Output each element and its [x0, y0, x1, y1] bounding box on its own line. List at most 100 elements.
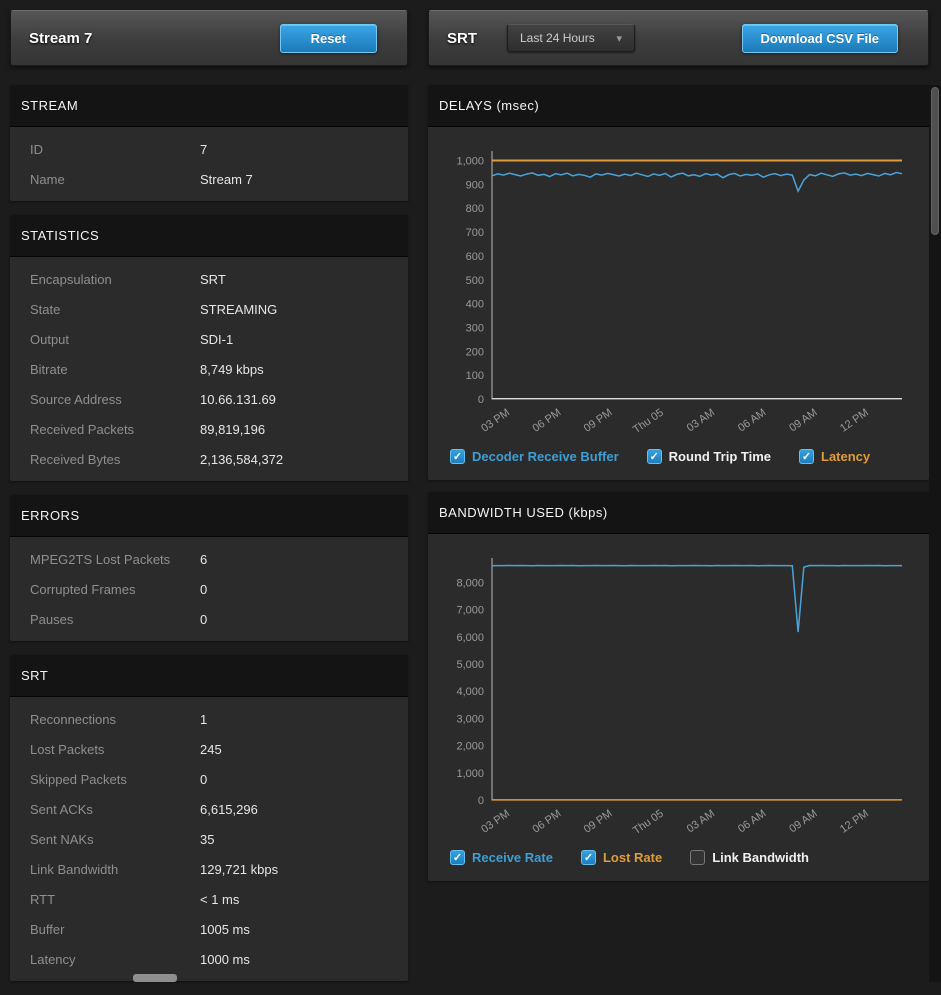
checked-checkbox-icon[interactable]: ✓ [581, 850, 596, 865]
delays-panel: DELAYS (msec) 01002003004005006007008009… [428, 85, 929, 480]
svg-text:500: 500 [466, 275, 484, 287]
stat-value: 245 [200, 742, 222, 757]
stat-row: Latency1000 ms [10, 944, 408, 974]
stat-row: Lost Packets245 [10, 734, 408, 764]
svg-text:03 PM: 03 PM [479, 407, 512, 435]
srt-stats-table: Reconnections1Lost Packets245Skipped Pac… [10, 697, 408, 981]
bandwidth-panel-title: BANDWIDTH USED (kbps) [428, 492, 929, 534]
svg-text:06 AM: 06 AM [736, 407, 768, 435]
stat-label: ID [30, 142, 200, 157]
stat-label: Received Bytes [30, 452, 200, 467]
legend-label: Link Bandwidth [712, 850, 809, 865]
srt-stats-panel: SRT Reconnections1Lost Packets245Skipped… [10, 655, 408, 981]
stat-label: Skipped Packets [30, 772, 200, 787]
svg-text:600: 600 [466, 251, 484, 263]
download-csv-button[interactable]: Download CSV File [742, 24, 898, 53]
stat-label: Output [30, 332, 200, 347]
checked-checkbox-icon[interactable]: ✓ [647, 449, 662, 464]
stat-row: Received Bytes2,136,584,372 [10, 444, 408, 474]
bandwidth-chart: 01,0002,0003,0004,0005,0006,0007,0008,00… [428, 534, 929, 846]
svg-text:06 PM: 06 PM [530, 808, 563, 836]
svg-text:300: 300 [466, 322, 484, 334]
svg-text:06 PM: 06 PM [530, 407, 563, 435]
stat-row: ID7 [10, 134, 408, 164]
legend-item: Link Bandwidth [690, 850, 809, 865]
statistics-panel: STATISTICS EncapsulationSRTStateSTREAMIN… [10, 215, 408, 481]
srt-stats-panel-title: SRT [10, 655, 408, 697]
checked-checkbox-icon[interactable]: ✓ [450, 850, 465, 865]
svg-text:03 AM: 03 AM [685, 808, 717, 836]
stream-table: ID7 NameStream 7 [10, 127, 408, 201]
svg-text:6,000: 6,000 [456, 632, 484, 644]
stat-row: StateSTREAMING [10, 294, 408, 324]
svg-text:06 AM: 06 AM [736, 808, 768, 836]
svg-text:7,000: 7,000 [456, 605, 484, 617]
legend-label: Receive Rate [472, 850, 553, 865]
svg-text:8,000: 8,000 [456, 577, 484, 589]
delays-panel-title: DELAYS (msec) [428, 85, 929, 127]
svg-text:4,000: 4,000 [456, 686, 484, 698]
stat-label: Name [30, 172, 200, 187]
stat-row: Bitrate8,749 kbps [10, 354, 408, 384]
stream-panel: STREAM ID7NameStream 7 [10, 85, 408, 201]
stat-label: Pauses [30, 612, 200, 627]
stat-value: 2,136,584,372 [200, 452, 283, 467]
legend-item: ✓Round Trip Time [647, 449, 771, 464]
stat-label: Lost Packets [30, 742, 200, 757]
stat-value: Stream 7 [200, 172, 253, 187]
unchecked-checkbox-icon[interactable] [690, 850, 705, 865]
stat-row: Received Packets89,819,196 [10, 414, 408, 444]
errors-panel-title: ERRORS [10, 495, 408, 537]
svg-text:Thu 05: Thu 05 [631, 808, 666, 837]
stat-row: Buffer1005 ms [10, 914, 408, 944]
svg-text:1,000: 1,000 [456, 156, 484, 168]
stat-label: Reconnections [30, 712, 200, 727]
srt-title: SRT [447, 30, 477, 47]
stat-value: 129,721 kbps [200, 862, 278, 877]
stat-row: Sent NAKs35 [10, 824, 408, 854]
series-line [492, 566, 902, 633]
svg-text:400: 400 [466, 299, 484, 311]
stat-value: 6,615,296 [200, 802, 258, 817]
delays-chart: 01002003004005006007008009001,00003 PM06… [428, 127, 929, 445]
svg-text:700: 700 [466, 227, 484, 239]
stat-row: Link Bandwidth129,721 kbps [10, 854, 408, 884]
reset-button[interactable]: Reset [280, 24, 377, 53]
stat-label: Sent ACKs [30, 802, 200, 817]
svg-text:0: 0 [478, 795, 484, 807]
delays-legend: ✓Decoder Receive Buffer✓Round Trip Time✓… [428, 445, 929, 480]
stat-label: RTT [30, 892, 200, 907]
stat-label: Latency [30, 952, 200, 967]
svg-text:0: 0 [478, 394, 484, 406]
checked-checkbox-icon[interactable]: ✓ [799, 449, 814, 464]
stat-label: Buffer [30, 922, 200, 937]
svg-text:900: 900 [466, 179, 484, 191]
svg-text:2,000: 2,000 [456, 741, 484, 753]
legend-label: Lost Rate [603, 850, 662, 865]
stat-label: State [30, 302, 200, 317]
bandwidth-panel: BANDWIDTH USED (kbps) 01,0002,0003,0004,… [428, 492, 929, 881]
chart-svg: 01,0002,0003,0004,0005,0006,0007,0008,00… [436, 546, 916, 846]
stat-row: EncapsulationSRT [10, 264, 408, 294]
vertical-scrollbar[interactable] [929, 85, 941, 982]
svg-text:Thu 05: Thu 05 [631, 407, 666, 436]
vertical-scrollbar-thumb[interactable] [931, 87, 939, 235]
legend-item: ✓Decoder Receive Buffer [450, 449, 619, 464]
svg-text:100: 100 [466, 370, 484, 382]
stat-label: Link Bandwidth [30, 862, 200, 877]
statistics-table: EncapsulationSRTStateSTREAMINGOutputSDI-… [10, 257, 408, 481]
stat-row: OutputSDI-1 [10, 324, 408, 354]
srt-header-bar: SRT Last 24 Hours ▾ Download CSV File [428, 10, 929, 66]
checked-checkbox-icon[interactable]: ✓ [450, 449, 465, 464]
svg-text:09 PM: 09 PM [582, 407, 615, 435]
legend-item: ✓Latency [799, 449, 870, 464]
svg-text:3,000: 3,000 [456, 713, 484, 725]
bandwidth-legend: ✓ Receive Rate ✓ Lost Rate Link Bandwidth [428, 846, 929, 881]
stat-value: 8,749 kbps [200, 362, 264, 377]
stat-value: 10.66.131.69 [200, 392, 276, 407]
stat-value: 1 [200, 712, 207, 727]
horizontal-scrollbar-thumb[interactable] [133, 974, 177, 982]
stat-value: 35 [200, 832, 214, 847]
time-range-dropdown[interactable]: Last 24 Hours ▾ [507, 24, 635, 52]
stat-row: RTT< 1 ms [10, 884, 408, 914]
